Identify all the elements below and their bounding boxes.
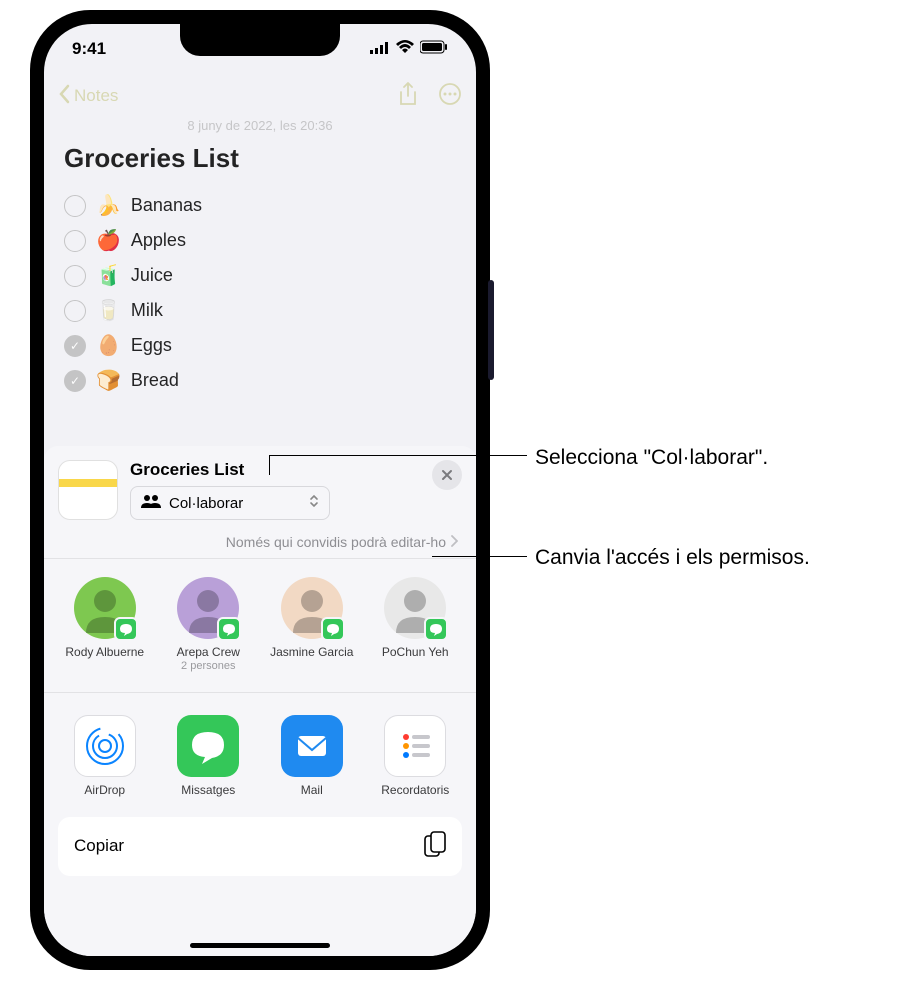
nav-bar: Notes bbox=[44, 74, 476, 118]
battery-icon bbox=[420, 39, 448, 59]
notch bbox=[180, 24, 340, 56]
share-contact[interactable]: Arepa Crew2 persones bbox=[166, 577, 252, 674]
app-icon bbox=[384, 715, 446, 777]
checklist-item[interactable]: 🍎 Apples bbox=[64, 223, 456, 258]
note-content: Groceries List 🍌 Bananas 🍎 Apples 🧃 Juice 🥛 Mil… bbox=[44, 133, 476, 408]
checklist-item[interactable]: 🍌 Bananas bbox=[64, 188, 456, 223]
item-label: Milk bbox=[131, 300, 163, 321]
collaborate-label: Col·laborar bbox=[169, 495, 243, 512]
actions-list: Copiar bbox=[58, 817, 462, 876]
app-label: AirDrop bbox=[62, 783, 148, 797]
checkbox-empty-icon[interactable] bbox=[64, 230, 86, 252]
share-sheet: Groceries List Col·laborar bbox=[44, 446, 476, 956]
contact-sub: 2 persones bbox=[166, 660, 252, 674]
share-app[interactable]: Missatges bbox=[166, 715, 252, 797]
avatar bbox=[384, 577, 446, 639]
app-icon bbox=[281, 715, 343, 777]
messages-badge-icon bbox=[321, 617, 345, 641]
apps-row: AirDrop Missatges Mail Recordatoris bbox=[58, 701, 462, 807]
app-icon bbox=[177, 715, 239, 777]
close-button[interactable] bbox=[432, 460, 462, 490]
copy-label: Copiar bbox=[74, 836, 124, 856]
app-label: Missatges bbox=[166, 783, 252, 797]
wifi-icon bbox=[396, 39, 414, 59]
messages-badge-icon bbox=[114, 617, 138, 641]
item-emoji: 🥛 bbox=[96, 298, 121, 323]
item-label: Bananas bbox=[131, 195, 202, 216]
callout-1: Selecciona "Col·laborar". bbox=[535, 446, 768, 470]
contacts-row: Rody Albuerne Arepa Crew2 persones Jasmine… bbox=[58, 567, 462, 684]
checkbox-checked-icon[interactable]: ✓ bbox=[64, 335, 86, 357]
avatar bbox=[281, 577, 343, 639]
avatar bbox=[177, 577, 239, 639]
back-button[interactable]: Notes bbox=[74, 86, 398, 106]
item-emoji: 🍞 bbox=[96, 368, 121, 393]
contact-name: PoChun Yeh bbox=[373, 645, 459, 660]
avatar bbox=[74, 577, 136, 639]
share-contact[interactable]: Rody Albuerne bbox=[62, 577, 148, 674]
checklist-item[interactable]: ✓ 🍞 Bread bbox=[64, 363, 456, 398]
contact-name: Arepa Crew bbox=[166, 645, 252, 660]
contact-name: Jasmine Garcia bbox=[269, 645, 355, 660]
cellular-icon bbox=[370, 39, 390, 59]
collaborate-selector[interactable]: Col·laborar bbox=[130, 486, 330, 520]
permissions-label: Només qui convidis podrà editar-ho bbox=[226, 534, 446, 550]
permissions-button[interactable]: Només qui convidis podrà editar-ho bbox=[58, 534, 462, 550]
share-contact[interactable]: Jasmine Garcia bbox=[269, 577, 355, 674]
item-emoji: 🥚 bbox=[96, 333, 121, 358]
app-icon bbox=[74, 715, 136, 777]
contact-name: Rody Albuerne bbox=[62, 645, 148, 660]
notes-app-icon bbox=[58, 460, 118, 520]
item-emoji: 🧃 bbox=[96, 263, 121, 288]
more-icon[interactable] bbox=[438, 82, 462, 111]
divider bbox=[44, 692, 476, 693]
divider bbox=[44, 558, 476, 559]
copy-action[interactable]: Copiar bbox=[58, 817, 462, 876]
checkbox-checked-icon[interactable]: ✓ bbox=[64, 370, 86, 392]
item-label: Bread bbox=[131, 370, 179, 391]
item-label: Eggs bbox=[131, 335, 172, 356]
back-chevron-icon[interactable] bbox=[58, 84, 70, 109]
share-icon[interactable] bbox=[398, 82, 418, 111]
messages-badge-icon bbox=[424, 617, 448, 641]
checklist-item[interactable]: 🥛 Milk bbox=[64, 293, 456, 328]
checkbox-empty-icon[interactable] bbox=[64, 265, 86, 287]
item-label: Apples bbox=[131, 230, 186, 251]
status-time: 9:41 bbox=[72, 39, 106, 59]
app-label: Recordatoris bbox=[373, 783, 459, 797]
callout-2: Canvia l'accés i els permisos. bbox=[535, 546, 810, 570]
share-contact[interactable]: PoChun Yeh bbox=[373, 577, 459, 674]
share-app[interactable]: Mail bbox=[269, 715, 355, 797]
item-emoji: 🍌 bbox=[96, 193, 121, 218]
share-app[interactable]: AirDrop bbox=[62, 715, 148, 797]
copy-icon bbox=[424, 831, 446, 862]
checklist-item[interactable]: 🧃 Juice bbox=[64, 258, 456, 293]
updown-chevron-icon bbox=[309, 493, 319, 513]
note-title: Groceries List bbox=[64, 143, 456, 174]
item-emoji: 🍎 bbox=[96, 228, 121, 253]
share-app[interactable]: Recordatoris bbox=[373, 715, 459, 797]
item-label: Juice bbox=[131, 265, 173, 286]
checkbox-empty-icon[interactable] bbox=[64, 195, 86, 217]
people-icon bbox=[141, 494, 161, 512]
home-indicator[interactable] bbox=[190, 943, 330, 948]
checklist-item[interactable]: ✓ 🥚 Eggs bbox=[64, 328, 456, 363]
note-date: 8 juny de 2022, les 20:36 bbox=[44, 118, 476, 133]
chevron-right-icon bbox=[450, 534, 458, 550]
sheet-title: Groceries List bbox=[130, 460, 420, 480]
checkbox-empty-icon[interactable] bbox=[64, 300, 86, 322]
messages-badge-icon bbox=[217, 617, 241, 641]
app-label: Mail bbox=[269, 783, 355, 797]
